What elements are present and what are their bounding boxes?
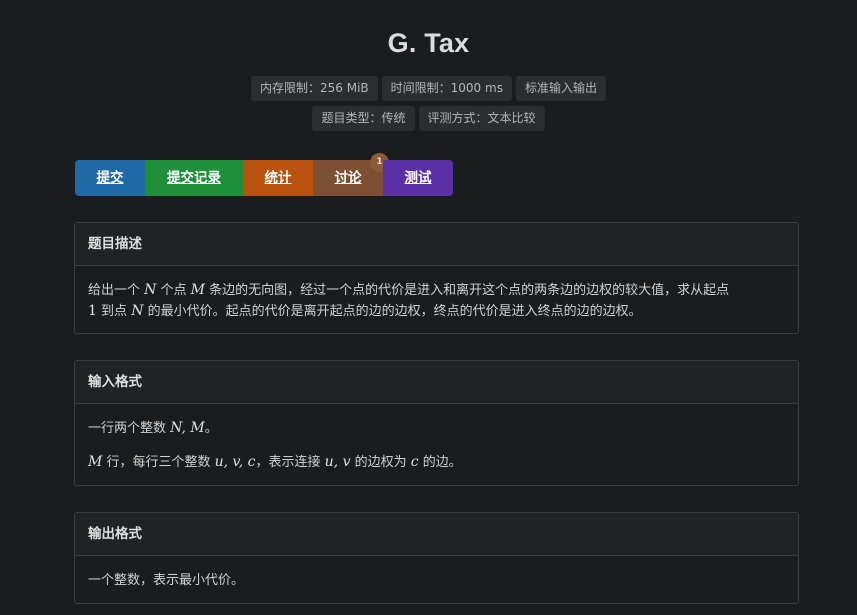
text: 。 [204,421,218,436]
type-tag-row: 题目类型：传统 评测方式：文本比较 [0,106,857,131]
math-u-v: u, v [324,454,351,470]
text: 行，每行三个整数 [102,455,215,470]
discussion-button[interactable]: 讨论 1 [313,153,389,196]
text: ，表示连接 [255,455,325,470]
output-format-section: 输出格式 一个整数，表示最小代价。 [74,512,799,604]
math-c: c [410,454,419,470]
test-button[interactable]: 测试 [383,160,453,196]
time-limit-tag: 时间限制：1000 ms [381,76,512,101]
math-n: N [144,282,157,298]
math-m: M [190,282,205,298]
input-line-1: 一行两个整数 N, M。 [88,418,785,439]
description-section: 题目描述 给出一个 N 个点 M 条边的无向图，经过一个点的代价是进入和离开这个… [74,222,799,334]
output-line-1: 一个整数，表示最小代价。 [88,573,245,588]
text: 个点 [156,283,191,298]
input-format-heading: 输入格式 [75,361,798,404]
text: 给出一个 [88,283,145,298]
description-body: 给出一个 N 个点 M 条边的无向图，经过一个点的代价是进入和离开这个点的两条边… [75,266,798,334]
statistics-button[interactable]: 统计 [243,160,313,196]
limits-tag-row: 内存限制：256 MiB 时间限制：1000 ms 标准输入输出 [0,76,857,101]
output-format-body: 一个整数，表示最小代价。 [75,556,798,603]
io-type-tag: 标准输入输出 [515,76,606,101]
input-format-body: 一行两个整数 N, M。 M 行，每行三个整数 u, v, c，表示连接 u, … [75,404,798,485]
page-title: G. Tax [387,28,470,58]
math-m: M [88,454,103,470]
description-paragraph: 给出一个 N 个点 M 条边的无向图，经过一个点的代价是进入和离开这个点的两条边… [88,280,785,322]
text: 的最小代价。起点的代价是离开起点的边的边权，终点的代价是进入终点的边的边权。 [143,304,642,319]
action-button-group: 提交 提交记录 统计 讨论 1 测试 [75,153,453,196]
math-one: 1 [88,303,97,319]
text: 一行两个整数 [88,421,171,436]
description-heading: 题目描述 [75,223,798,266]
text: 条边的无向图，经过一个点的代价是进入和离开这个点的两条边的边权的较大值，求从起点 [205,283,730,298]
submission-records-button[interactable]: 提交记录 [145,160,243,196]
text: 的边。 [418,455,462,470]
text: 到点 [96,304,132,319]
input-line-2: M 行，每行三个整数 u, v, c，表示连接 u, v 的边权为 c 的边。 [88,452,785,473]
input-format-section: 输入格式 一行两个整数 N, M。 M 行，每行三个整数 u, v, c，表示连… [74,360,799,486]
problem-type-tag: 题目类型：传统 [312,106,415,131]
submit-button[interactable]: 提交 [75,160,145,196]
math-n: N [131,303,144,319]
output-format-heading: 输出格式 [75,513,798,556]
memory-limit-tag: 内存限制：256 MiB [251,76,378,101]
text: 的边权为 [350,455,411,470]
discussion-button-label: 讨论 [334,170,362,186]
math-u-v-c: u, v, c [214,454,256,470]
problem-page: G. Tax 内存限制：256 MiB 时间限制：1000 ms 标准输入输出 … [0,0,857,615]
math-n-m: N, M [170,420,205,436]
judge-method-tag: 评测方式：文本比较 [418,106,545,131]
